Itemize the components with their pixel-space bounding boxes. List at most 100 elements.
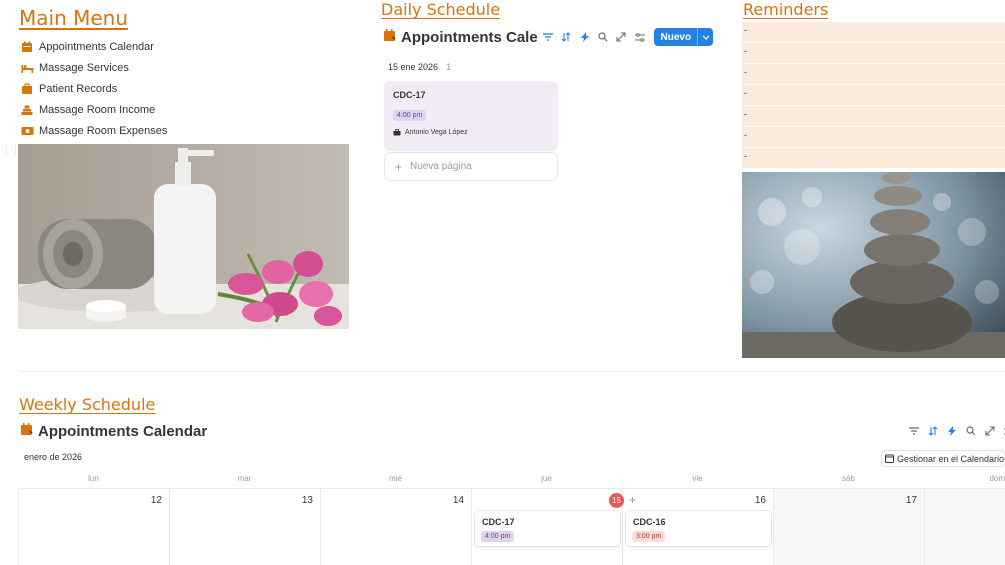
filter-icon[interactable]	[905, 422, 923, 440]
main-menu-list: Appointments Calendar Massage Services P…	[20, 36, 167, 141]
page: Main Menu Appointments Calendar Massage …	[0, 0, 1005, 565]
day-cell[interactable]: 14	[320, 489, 471, 565]
weekday-label: dom	[989, 474, 1005, 483]
appointment-title: CDC-17	[393, 90, 426, 100]
weekly-toolbar	[904, 422, 1005, 440]
reminders-heading: Reminders	[743, 0, 829, 19]
person-name: Antonio Vega López	[405, 129, 468, 136]
week-grid: 12 13 14 CDC-17 4:00 pm 15 + 16 CDC-16 3…	[18, 488, 1005, 565]
month-label: enero de 2026	[24, 452, 83, 462]
menu-item-massage-services[interactable]: Massage Services	[20, 57, 167, 78]
reminder-item[interactable]: -	[742, 43, 1005, 64]
calendar-app-icon	[885, 454, 894, 463]
search-icon[interactable]	[962, 422, 980, 440]
day-cell-today[interactable]: CDC-17 4:00 pm	[471, 489, 622, 565]
chevron-down-icon[interactable]	[697, 28, 713, 46]
weekly-db-header: Appointments Calendar	[20, 422, 207, 441]
income-icon	[20, 103, 34, 117]
reminder-item[interactable]: -	[742, 22, 1005, 43]
calendar-event[interactable]: CDC-17 4:00 pm	[475, 511, 620, 546]
day-cell[interactable]: 13	[169, 489, 320, 565]
today-badge: 15	[609, 493, 624, 508]
menu-item-patient-records[interactable]: Patient Records	[20, 78, 167, 99]
records-icon	[20, 82, 34, 96]
menu-item-label: Patient Records	[39, 82, 118, 95]
day-number: 13	[301, 495, 313, 506]
menu-item-massage-room-expenses[interactable]: Massage Room Expenses	[20, 120, 167, 141]
weekday-label: jue	[541, 474, 552, 483]
weekday-label: mar	[237, 474, 252, 483]
briefcase-icon	[393, 129, 401, 136]
sort-icon[interactable]	[924, 422, 942, 440]
reminder-item[interactable]: -	[742, 106, 1005, 127]
new-page-label: Nueva página	[410, 161, 472, 172]
expenses-icon	[20, 124, 34, 138]
lightning-icon[interactable]	[943, 422, 961, 440]
settings-sliders-icon[interactable]	[1000, 422, 1005, 440]
appointment-person: Antonio Vega López	[393, 129, 468, 136]
day-cell[interactable]: 17	[773, 489, 924, 565]
new-button-label: Nuevo	[660, 31, 692, 43]
drag-handle-icon[interactable]: ⋮⋮	[2, 146, 20, 158]
daily-db-header: Appointments Calendar Nuevo	[383, 26, 714, 48]
event-time-badge: 3:00 pm	[632, 531, 666, 542]
calendar-icon	[20, 40, 34, 54]
calendar-event[interactable]: CDC-16 3:00 pm	[626, 511, 771, 546]
settings-sliders-icon[interactable]	[631, 28, 648, 46]
day-number: 12	[150, 495, 162, 506]
weekly-db-title[interactable]: Appointments Calendar	[38, 423, 207, 440]
menu-item-label: Massage Room Income	[39, 103, 156, 116]
manage-in-calendar-button[interactable]: Gestionar en el Calendario	[881, 450, 1005, 467]
section-divider	[19, 371, 1005, 372]
menu-item-label: Appointments Calendar	[39, 40, 154, 53]
daily-schedule-heading: Daily Schedule	[381, 0, 501, 19]
sort-icon[interactable]	[558, 28, 575, 46]
expand-icon[interactable]	[981, 422, 999, 440]
filter-icon[interactable]	[539, 28, 556, 46]
search-icon[interactable]	[594, 28, 611, 46]
menu-item-label: Massage Room Expenses	[39, 124, 168, 137]
massage-bed-icon	[20, 61, 34, 75]
reminder-item[interactable]: -	[742, 64, 1005, 85]
appointment-time-badge: 4:00 pm	[393, 110, 427, 121]
date-group-header: 15 ene 2026 1	[388, 62, 451, 72]
day-cell[interactable]: 12	[18, 489, 169, 565]
new-button[interactable]: Nuevo	[654, 28, 714, 46]
new-page-button[interactable]: + Nueva página	[385, 153, 557, 180]
reminder-item[interactable]: -	[742, 127, 1005, 148]
weekday-label: mié	[389, 474, 402, 483]
menu-item-appointments-calendar[interactable]: Appointments Calendar	[20, 36, 167, 57]
weekday-label: vie	[692, 474, 703, 483]
lightning-icon[interactable]	[576, 28, 593, 46]
calendar-icon	[20, 422, 34, 441]
add-event-icon[interactable]: +	[629, 493, 636, 507]
plus-icon: +	[395, 159, 403, 174]
expand-icon[interactable]	[613, 28, 630, 46]
day-number: 14	[452, 495, 464, 506]
event-title: CDC-16	[633, 517, 666, 527]
date-group-label: 15 ene 2026	[388, 62, 439, 72]
stones-image	[742, 172, 1005, 358]
event-time-badge: 4:00 pm	[481, 531, 515, 542]
weekday-label: sáb	[842, 474, 855, 483]
reminders-list: - - - - - - -	[742, 22, 1005, 169]
daily-db-title[interactable]: Appointments Calendar	[401, 29, 538, 46]
main-menu-heading: Main Menu	[19, 6, 129, 30]
reminder-item[interactable]: -	[742, 148, 1005, 169]
menu-item-label: Massage Services	[39, 61, 129, 74]
menu-item-massage-room-income[interactable]: Massage Room Income	[20, 99, 167, 120]
reminder-item[interactable]: -	[742, 85, 1005, 106]
weekday-label: lun	[88, 474, 99, 483]
calendar-icon	[383, 28, 397, 47]
manage-in-calendar-label: Gestionar en el Calendario	[897, 453, 1005, 464]
event-title: CDC-17	[482, 517, 515, 527]
day-cell[interactable]	[924, 489, 1005, 565]
date-group-count: 1	[446, 62, 452, 72]
weekly-schedule-heading: Weekly Schedule	[19, 395, 156, 414]
appointment-card[interactable]: CDC-17 4:00 pm Antonio Vega López	[385, 82, 557, 149]
weekday-header: lun mar mié jue vie sáb dom	[18, 472, 1005, 488]
day-number: 16	[754, 495, 766, 506]
day-cell[interactable]: 15 + 16 CDC-16 3:00 pm	[609, 489, 773, 565]
spa-image	[18, 144, 349, 329]
day-number: 17	[905, 495, 917, 506]
